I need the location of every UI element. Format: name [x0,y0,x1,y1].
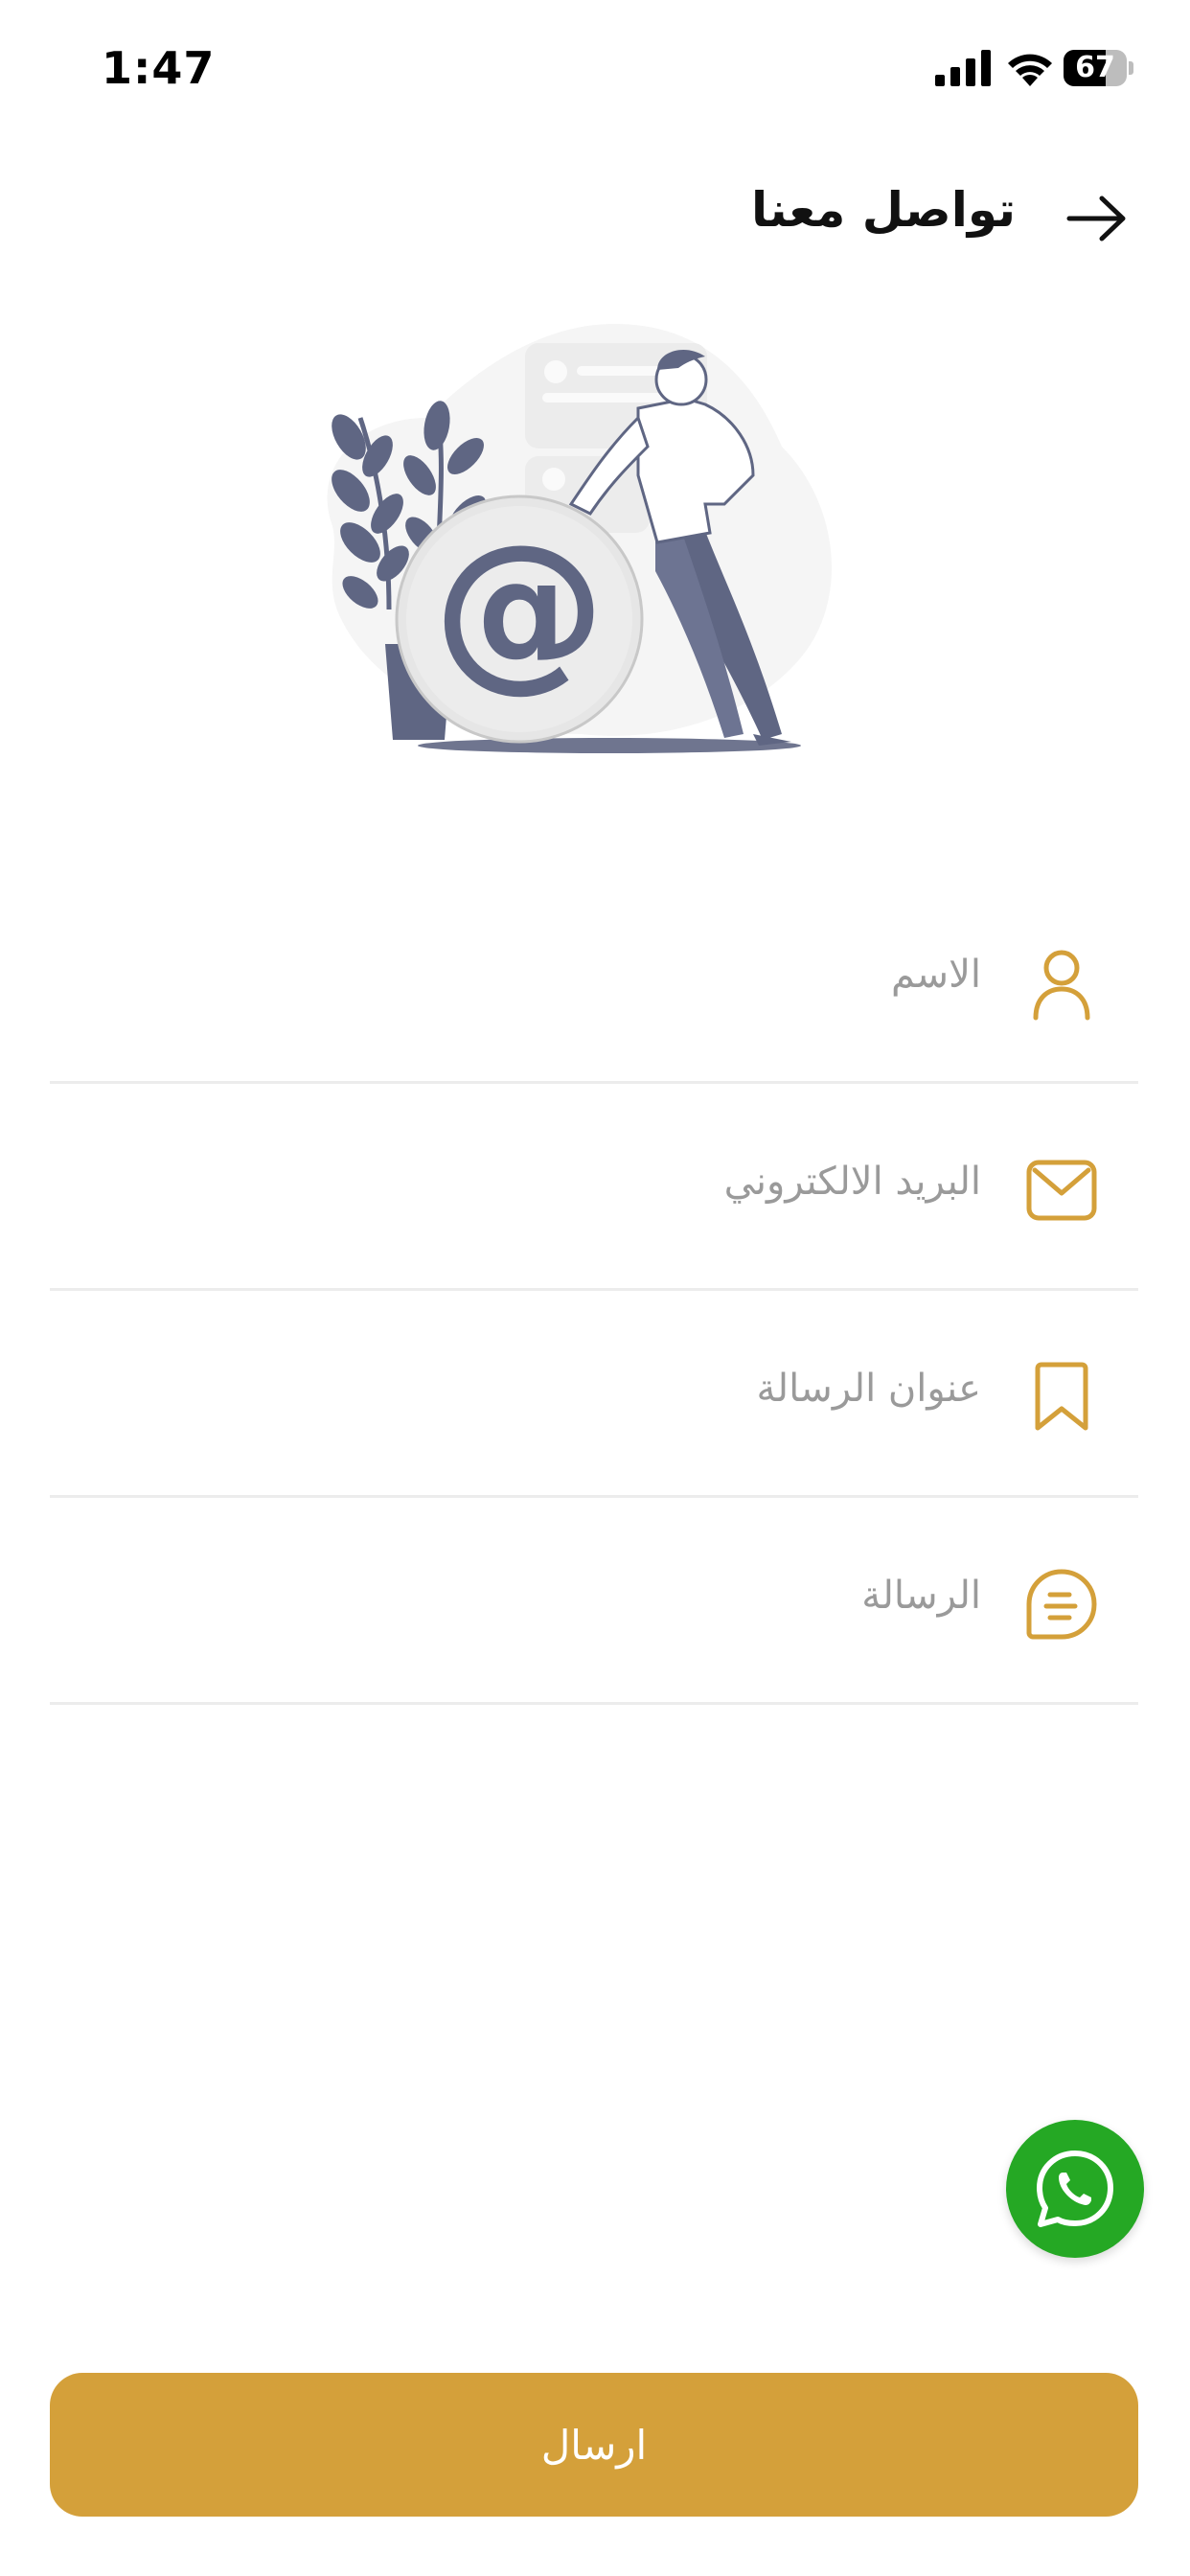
status-time: 1:47 [102,42,216,94]
mail-icon [1023,1152,1100,1229]
whatsapp-icon [1037,2150,1113,2227]
svg-text:@: @ [433,508,606,708]
battery-percentage: 67 [1075,51,1115,84]
signal-icon [935,50,991,86]
email-field[interactable]: البريد الالكتروني [50,1083,1138,1291]
name-field[interactable]: الاسم [50,876,1138,1084]
message-icon [1023,1566,1100,1643]
bookmark-icon [1023,1359,1100,1436]
whatsapp-button[interactable] [1006,2120,1144,2258]
page-title: تواصل معنا [751,182,1016,238]
battery-cap [1129,61,1133,75]
wifi-icon [1008,54,1052,86]
arrow-right-icon [1066,196,1126,242]
battery-body: 67 [1064,50,1127,86]
subject-field-placeholder: عنوان الرسالة [756,1367,981,1411]
message-field-placeholder: الرسالة [861,1574,981,1618]
back-button[interactable] [1060,188,1134,249]
name-field-placeholder: الاسم [890,953,981,997]
submit-button[interactable]: ارسال [50,2373,1138,2517]
subject-field[interactable]: عنوان الرسالة [50,1290,1138,1498]
message-field[interactable]: الرسالة [50,1497,1138,1705]
email-field-placeholder: البريد الالكتروني [723,1160,981,1204]
contact-illustration: @ [327,323,833,753]
user-icon [1023,945,1100,1022]
status-bar: 1:47 67 [0,0,1190,144]
battery-indicator: 67 [1064,50,1133,86]
